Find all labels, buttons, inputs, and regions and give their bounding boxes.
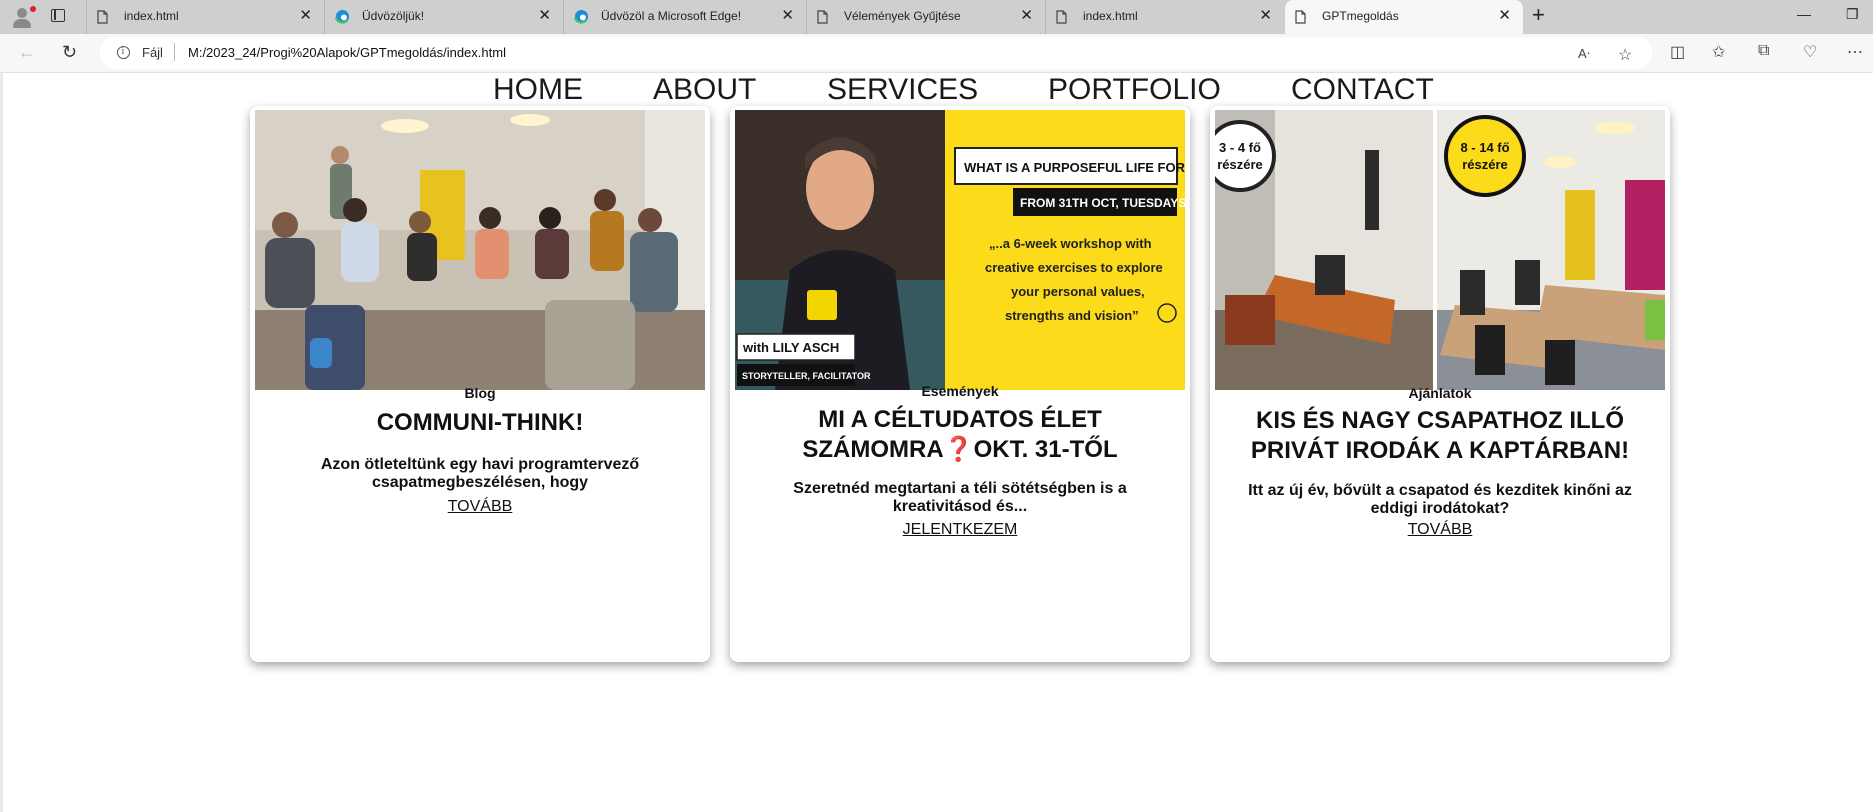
workshop-poster: WHAT IS A PURPOSEFUL LIFE FOR ME? FROM 3… bbox=[735, 110, 1185, 390]
nav-about[interactable]: ABOUT bbox=[653, 73, 756, 107]
close-icon[interactable]: ✕ bbox=[1259, 8, 1272, 23]
page-icon bbox=[1056, 10, 1067, 24]
tab-title: Vélemények Gyűjtése bbox=[844, 9, 961, 23]
tab-title: index.html bbox=[1083, 9, 1138, 23]
close-icon[interactable]: ✕ bbox=[781, 8, 794, 23]
card-title: KIS ÉS NAGY CSAPATHOZ ILLŐ PRIVÁT IRODÁK… bbox=[1250, 407, 1630, 464]
tab-title: index.html bbox=[124, 9, 179, 23]
url-scheme-label: Fájl bbox=[142, 45, 163, 60]
tab-index-2[interactable]: index.html ✕ bbox=[1045, 0, 1284, 34]
poster-blurb-line: creative exercises to explore bbox=[985, 260, 1163, 275]
minimize-icon[interactable]: — bbox=[1797, 6, 1811, 22]
info-icon[interactable] bbox=[117, 46, 130, 59]
offers-card: 3 - 4 fő részére 8 - 14 fő részére Ajánl… bbox=[1210, 106, 1670, 662]
read-more-link[interactable]: TOVÁBB bbox=[250, 498, 710, 516]
card-title: COMMUNI-THINK! bbox=[376, 409, 584, 436]
page-icon bbox=[97, 10, 108, 24]
poster-blurb-line: „..a 6-week workshop with bbox=[989, 236, 1152, 251]
poster-date: FROM 31TH OCT, TUESDAYS, 6PM bbox=[1020, 196, 1185, 210]
read-aloud-icon[interactable]: Aᐧ bbox=[1578, 46, 1590, 62]
blog-photo bbox=[255, 110, 705, 390]
card-description: Szeretnéd megtartani a téli sötétségben … bbox=[793, 480, 1127, 515]
card-title: MI A CÉLTUDATOS ÉLET SZÁMOMRA❓OKT. 31-TŐ… bbox=[802, 406, 1118, 463]
tab-actions-icon[interactable] bbox=[51, 9, 65, 22]
card-description: Itt az új év, bővült a csapatod és kezdi… bbox=[1248, 482, 1632, 517]
split-screen-icon[interactable]: ◫ bbox=[1670, 42, 1685, 62]
events-card: WHAT IS A PURPOSEFUL LIFE FOR ME? FROM 3… bbox=[730, 106, 1190, 662]
collections-icon[interactable]: ⧉ bbox=[1758, 42, 1769, 60]
poster-presenter: with LILY ASCH bbox=[742, 340, 839, 355]
tab-welcome[interactable]: Üdvözöljük! ✕ bbox=[324, 0, 563, 34]
address-toolbar: ← ↻ Fájl M:/2023_24/Progi%20Alapok/GPTme… bbox=[0, 34, 1873, 73]
register-link[interactable]: JELENTKEZEM bbox=[730, 521, 1190, 539]
tab-feedback[interactable]: Vélemények Gyűjtése ✕ bbox=[806, 0, 1045, 34]
tab-index-1[interactable]: index.html ✕ bbox=[86, 0, 324, 34]
back-button[interactable]: ← bbox=[18, 41, 36, 63]
restore-icon[interactable]: ❐ bbox=[1846, 6, 1859, 23]
card-description: Azon ötleteltünk egy havi programtervező… bbox=[320, 456, 640, 491]
tab-strip: index.html ✕ Üdvözöljük! ✕ Üdvözöl a Mic… bbox=[0, 0, 1873, 34]
main-nav: HOME ABOUT SERVICES PORTFOLIO CONTACT bbox=[3, 73, 1873, 107]
browser-essentials-icon[interactable]: ♡ bbox=[1803, 42, 1817, 62]
profile-icon[interactable] bbox=[8, 5, 36, 29]
nav-portfolio[interactable]: PORTFOLIO bbox=[1048, 73, 1221, 107]
more-menu-icon[interactable]: ⋯ bbox=[1847, 42, 1863, 62]
badge-label-small: részére bbox=[1217, 157, 1263, 172]
close-icon[interactable]: ✕ bbox=[299, 8, 312, 23]
office-photos: 3 - 4 fő részére 8 - 14 fő részére bbox=[1215, 110, 1665, 390]
read-more-link[interactable]: TOVÁBB bbox=[1210, 521, 1670, 539]
badge-label-large: részére bbox=[1462, 157, 1508, 172]
favorites-icon[interactable]: ✩ bbox=[1712, 42, 1725, 62]
tab-gptmegoldas[interactable]: GPTmegoldás ✕ bbox=[1285, 0, 1523, 34]
close-icon[interactable]: ✕ bbox=[1498, 8, 1511, 23]
url-separator bbox=[174, 43, 175, 61]
tab-edge-welcome[interactable]: Üdvözöl a Microsoft Edge! ✕ bbox=[563, 0, 806, 34]
badge-capacity-large: 8 - 14 fő bbox=[1460, 140, 1509, 155]
blog-card: Blog COMMUNI-THINK! Azon ötleteltünk egy… bbox=[250, 106, 710, 662]
tab-title: GPTmegoldás bbox=[1322, 9, 1399, 23]
nav-home[interactable]: HOME bbox=[493, 73, 583, 107]
poster-blurb-line: your personal values, bbox=[1011, 284, 1145, 299]
poster-blurb-line: strengths and vision” bbox=[1005, 308, 1139, 323]
page-viewport: HOME ABOUT SERVICES PORTFOLIO CONTACT Bl… bbox=[0, 73, 1873, 812]
poster-headline: WHAT IS A PURPOSEFUL LIFE FOR ME? bbox=[964, 160, 1185, 175]
url-text[interactable]: M:/2023_24/Progi%20Alapok/GPTmegoldás/in… bbox=[188, 45, 506, 60]
card-category: Események bbox=[921, 383, 999, 399]
page-icon bbox=[1295, 10, 1306, 24]
close-icon[interactable]: ✕ bbox=[538, 8, 551, 23]
tab-title: Üdvözöl a Microsoft Edge! bbox=[601, 9, 742, 23]
edge-icon bbox=[574, 9, 589, 24]
card-category: Ajánlatok bbox=[1408, 385, 1472, 401]
close-icon[interactable]: ✕ bbox=[1020, 8, 1033, 23]
edge-icon bbox=[335, 9, 350, 24]
favorite-star-icon[interactable]: ☆ bbox=[1618, 45, 1632, 65]
page-icon bbox=[817, 10, 828, 24]
refresh-button[interactable]: ↻ bbox=[62, 41, 77, 63]
poster-role: STORYTELLER, FACILITATOR bbox=[742, 371, 871, 381]
card-category: Blog bbox=[464, 385, 496, 401]
nav-services[interactable]: SERVICES bbox=[827, 73, 978, 107]
new-tab-button[interactable]: + bbox=[1532, 4, 1545, 26]
address-bar[interactable]: Fájl M:/2023_24/Progi%20Alapok/GPTmegold… bbox=[100, 37, 1652, 69]
badge-capacity-small: 3 - 4 fő bbox=[1219, 140, 1261, 155]
tab-title: Üdvözöljük! bbox=[362, 9, 425, 23]
nav-contact[interactable]: CONTACT bbox=[1291, 73, 1434, 107]
